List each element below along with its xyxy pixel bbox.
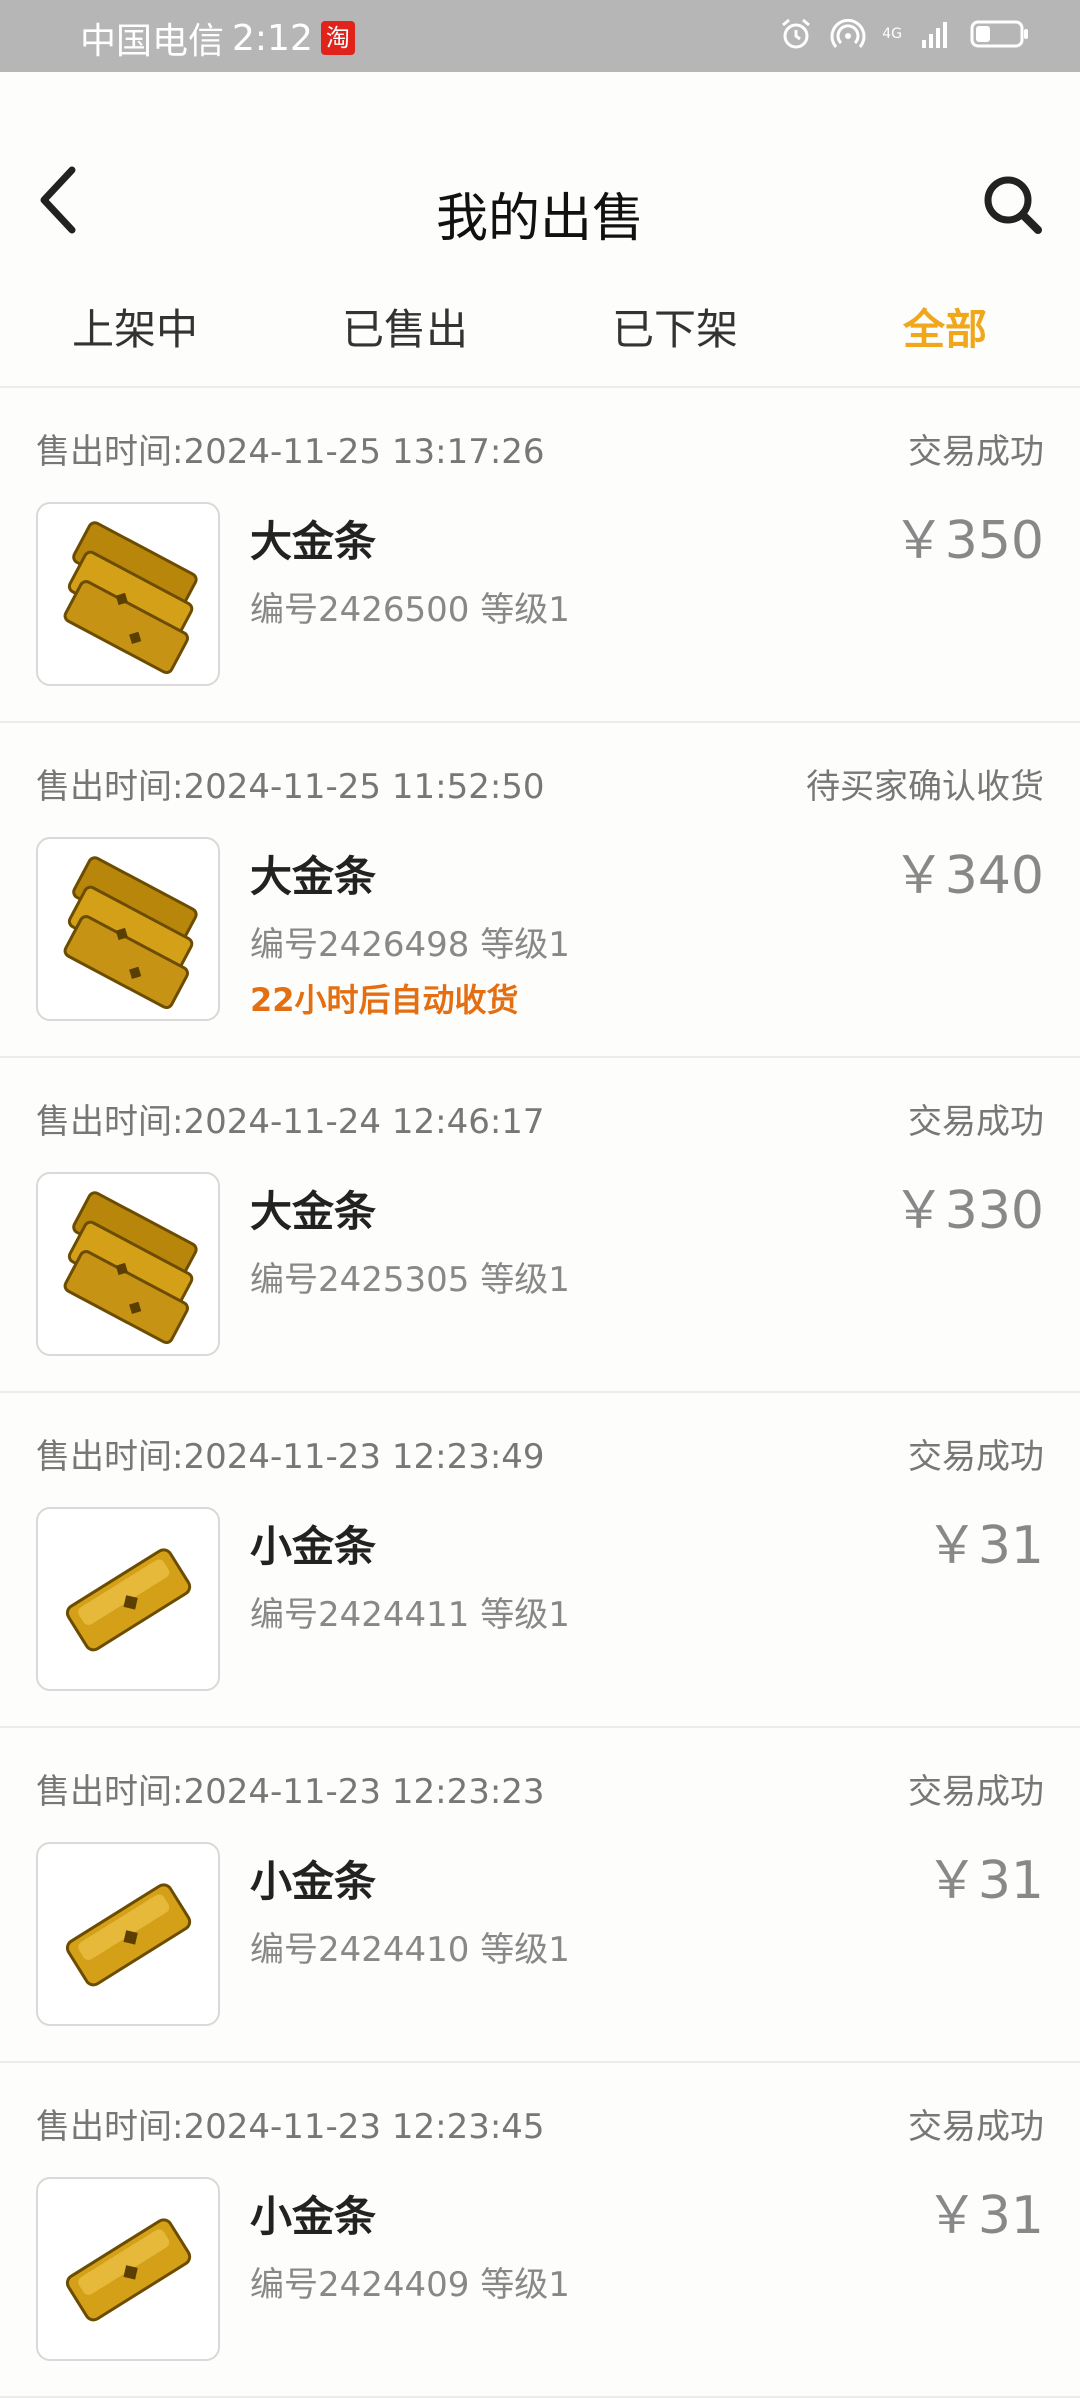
sold-time: 售出时间:2024-11-23 12:23:49 <box>36 1437 545 1477</box>
item-name: 大金条 <box>250 1187 377 1236</box>
alarm-icon <box>782 18 811 49</box>
order-status: 交易成功 <box>908 1437 1044 1477</box>
item-price: ￥31 <box>925 1851 1044 1911</box>
status-bar-right: 4G <box>778 16 1030 52</box>
page-title: 我的出售 <box>435 189 644 249</box>
signal-icon <box>922 22 947 48</box>
sold-time: 售出时间:2024-11-23 12:23:45 <box>36 2107 545 2147</box>
order-list: 售出时间:2024-11-25 13:17:26 交易成功 ◆ ◆ 大金条 编号24… <box>0 388 1080 2398</box>
order-status: 交易成功 <box>908 432 1044 472</box>
search-icon[interactable] <box>980 172 1044 236</box>
status-bar: 中国电信 2:12 淘 4G <box>0 0 1080 72</box>
item-thumbnail[interactable]: ◆ ◆ <box>36 502 220 686</box>
network-type: 4G <box>882 26 902 42</box>
item-thumbnail[interactable]: ◆ ◆ <box>36 1172 220 1356</box>
carrier-label: 中国电信 <box>80 21 225 62</box>
item-meta: 编号2424411 等级1 <box>250 1595 570 1635</box>
tab-delisted[interactable]: 已下架 <box>540 300 810 386</box>
big-gold-bar-icon: ◆ ◆ <box>63 856 198 1010</box>
small-gold-bar-icon: ◆ <box>65 2218 192 2322</box>
item-price: ￥31 <box>925 2186 1044 2246</box>
order-card[interactable]: 售出时间:2024-11-23 12:23:45 交易成功 ◆ 小金条编号2424… <box>0 2063 1080 2398</box>
auto-receive-note: 22小时后自动收货 <box>250 981 519 1019</box>
item-thumbnail[interactable]: ◆ <box>36 2177 220 2361</box>
item-meta: 编号2426498 等级1 <box>250 925 570 965</box>
item-price: ￥330 <box>892 1181 1044 1241</box>
big-gold-bar-icon: ◆ ◆ <box>63 521 198 675</box>
item-price: ￥340 <box>892 846 1044 906</box>
item-name: 大金条 <box>250 517 377 566</box>
tab-bar: 上架中 已售出 已下架 全部 <box>0 300 1080 388</box>
sold-time: 售出时间:2024-11-23 12:23:23 <box>36 1772 545 1812</box>
hotspot-icon <box>830 18 866 48</box>
item-name: 小金条 <box>250 1522 377 1571</box>
sold-time: 售出时间:2024-11-25 13:17:26 <box>36 432 545 472</box>
order-status: 待买家确认收货 <box>806 767 1044 807</box>
order-card[interactable]: 售出时间:2024-11-24 12:46:17 交易成功 ◆ ◆ 大金条编号24… <box>0 1058 1080 1393</box>
tab-sold[interactable]: 已售出 <box>270 300 540 386</box>
small-gold-bar-icon: ◆ <box>65 1548 192 1652</box>
item-thumbnail[interactable]: ◆ <box>36 1507 220 1691</box>
big-gold-bar-icon: ◆ ◆ <box>63 1191 198 1345</box>
item-name: 小金条 <box>250 2192 377 2241</box>
tab-all[interactable]: 全部 <box>810 300 1080 386</box>
order-card[interactable]: 售出时间:2024-11-23 12:23:23 交易成功 ◆ 小金条编号2424… <box>0 1728 1080 2063</box>
battery-icon <box>970 20 1028 48</box>
item-thumbnail[interactable]: ◆ ◆ <box>36 837 220 1021</box>
taobao-badge-icon: 淘 <box>320 21 355 55</box>
status-bar-left: 中国电信 2:12 淘 <box>80 12 355 64</box>
clock: 2:12 <box>232 17 313 59</box>
order-card[interactable]: 售出时间:2024-11-25 11:52:50 待买家确认收货 ◆ ◆ 大金条编… <box>0 723 1080 1058</box>
item-price: ￥350 <box>892 511 1044 571</box>
sold-time: 售出时间:2024-11-25 11:52:50 <box>36 767 545 807</box>
small-gold-bar-icon: ◆ <box>65 1883 192 1987</box>
item-thumbnail[interactable]: ◆ <box>36 1842 220 2026</box>
item-meta: 编号2425305 等级1 <box>250 1260 570 1300</box>
order-status: 交易成功 <box>908 1772 1044 1812</box>
order-status: 交易成功 <box>908 1102 1044 1142</box>
order-card[interactable]: 售出时间:2024-11-23 12:23:49 交易成功 ◆ 小金条编号2424… <box>0 1393 1080 1728</box>
item-meta: 编号2424409 等级1 <box>250 2265 570 2305</box>
item-price: ￥31 <box>925 1516 1044 1576</box>
tab-listing[interactable]: 上架中 <box>0 300 270 386</box>
item-meta: 编号2426500 等级1 <box>250 590 570 630</box>
order-card[interactable]: 售出时间:2024-11-25 13:17:26 交易成功 ◆ ◆ 大金条编号24… <box>0 388 1080 723</box>
item-meta: 编号2424410 等级1 <box>250 1930 570 1970</box>
order-status: 交易成功 <box>908 2107 1044 2147</box>
item-name: 小金条 <box>250 1857 377 1906</box>
sold-time: 售出时间:2024-11-24 12:46:17 <box>36 1102 545 1142</box>
item-name: 大金条 <box>250 852 377 901</box>
